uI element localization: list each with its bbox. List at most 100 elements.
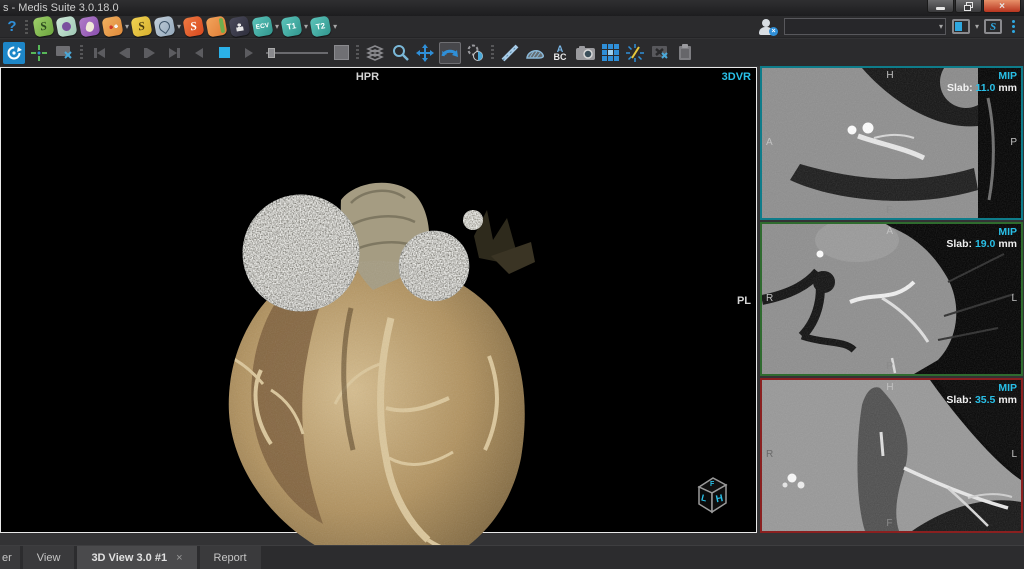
step-forward-button[interactable] <box>138 42 160 64</box>
annotation-button[interactable]: A BC <box>549 42 571 64</box>
3d-viewport[interactable]: HPR 3DVR PL FAL <box>0 67 757 533</box>
camera-icon <box>576 46 595 60</box>
orientation-label-left: R <box>766 449 773 460</box>
sync-crosshair-button[interactable] <box>28 42 50 64</box>
orientation-label-bottom: P <box>886 361 893 372</box>
slider-thumb[interactable] <box>268 48 275 58</box>
orientation-label-top: H <box>886 70 893 81</box>
app-icon-mint-circle[interactable] <box>55 15 77 37</box>
chevron-down-icon[interactable]: ▾ <box>304 22 308 31</box>
reset-scene-button[interactable] <box>3 42 25 64</box>
mip-viewport-2[interactable]: MIP Slab: 19.0 mm A R L P <box>760 222 1023 376</box>
app-toolbar-right: × ▾ ▾ S <box>758 18 1019 36</box>
tab-view[interactable]: View <box>23 546 75 569</box>
separator <box>356 45 359 61</box>
minimize-icon <box>936 7 945 10</box>
session-combobox-input[interactable] <box>788 20 940 33</box>
tab-3d-view[interactable]: 3D View 3.0 #1 × <box>77 546 196 569</box>
chevron-down-icon: ▾ <box>939 22 943 31</box>
app-icon-red-s[interactable]: S <box>183 15 205 37</box>
orientation-label-right: L <box>1011 449 1017 460</box>
slab-thickness-label: Slab: 35.5 mm <box>946 394 1017 406</box>
orientation-label-left: A <box>766 137 773 148</box>
app-icon-orange-dots[interactable] <box>101 15 123 37</box>
curve-mask-button[interactable] <box>524 42 546 64</box>
app-window: s - Medis Suite 3.0.18.0 × ? S ▾ S ▾ S E… <box>0 0 1024 569</box>
reset-scene-icon <box>6 45 22 61</box>
view-tabbar: er View 3D View 3.0 #1 × Report <box>0 545 1024 569</box>
tool-toolbar: A BC <box>0 39 1024 66</box>
restore-button[interactable] <box>955 0 982 13</box>
orientation-label-top: HPR <box>356 71 379 83</box>
app-icon-t1[interactable]: T1 <box>281 15 303 37</box>
ruler-button[interactable] <box>499 42 521 64</box>
orientation-label-right: P <box>1010 137 1017 148</box>
render-mode-label: 3DVR <box>722 71 751 83</box>
window-level-icon <box>466 44 484 62</box>
mip-viewport-3[interactable]: MIP Slab: 35.5 mm H R L F <box>760 378 1023 533</box>
grid-layout-button[interactable] <box>599 42 621 64</box>
separator <box>80 45 83 61</box>
mip-viewport-1[interactable]: MIP Slab: 11.0 mm H A P F <box>760 66 1023 220</box>
ruler-icon <box>501 44 519 62</box>
session-combobox[interactable]: ▾ <box>784 18 946 35</box>
save-layout-button[interactable] <box>952 19 970 34</box>
tab-viewer[interactable]: er <box>0 546 20 569</box>
restore-icon <box>964 2 973 11</box>
app-icon-ecv[interactable]: ECV <box>252 15 274 37</box>
orientation-label-right: PL <box>737 295 751 307</box>
chevron-down-icon[interactable]: ▾ <box>125 22 129 31</box>
play-forward-button[interactable] <box>238 42 260 64</box>
annotation-abc-icon: A BC <box>554 45 567 61</box>
zoom-button[interactable] <box>389 42 411 64</box>
window-title: s - Medis Suite 3.0.18.0 <box>3 2 119 14</box>
close-tab-icon[interactable]: × <box>176 552 182 564</box>
skip-last-button[interactable] <box>163 42 185 64</box>
clipboard-button[interactable] <box>674 42 696 64</box>
app-icon-t2[interactable]: T2 <box>310 15 332 37</box>
mip-mode-label: MIP <box>998 226 1017 238</box>
reset-layout-button[interactable]: S <box>984 19 1002 34</box>
separator <box>491 45 494 61</box>
monitor-x-icon <box>55 45 73 61</box>
play-backward-button[interactable] <box>188 42 210 64</box>
cine-slider[interactable] <box>266 48 328 58</box>
app-icon-heart[interactable] <box>154 15 176 37</box>
end-session-user-icon[interactable]: × <box>758 18 778 36</box>
app-icon-green-s[interactable]: S <box>32 15 54 37</box>
app-icon-yellow-s[interactable]: S <box>131 15 153 37</box>
save-layout-icon <box>952 19 970 34</box>
user-x-badge: × <box>769 27 778 36</box>
slab-thickness-label: Slab: 19.0 mm <box>946 238 1017 250</box>
reset-view-button[interactable] <box>53 42 75 64</box>
app-icon-orange-stripe[interactable] <box>206 15 228 37</box>
stop-button[interactable] <box>213 42 235 64</box>
pan-button[interactable] <box>414 42 436 64</box>
step-back-button[interactable] <box>113 42 135 64</box>
close-button[interactable]: × <box>983 0 1021 13</box>
orientation-cube-icon[interactable]: H L F <box>690 472 732 518</box>
slab-thickness-label: Slab: 11.0 mm <box>947 82 1017 94</box>
snapshot-button[interactable] <box>574 42 596 64</box>
stop-icon <box>219 47 230 58</box>
protractor-button[interactable] <box>624 42 646 64</box>
chevron-down-icon[interactable]: ▾ <box>975 22 979 31</box>
app-icon-purple-brush[interactable] <box>78 15 100 37</box>
slider-track <box>266 52 328 54</box>
app-icon-person[interactable] <box>229 15 251 37</box>
chevron-down-icon[interactable]: ▾ <box>333 22 337 31</box>
minimize-button[interactable] <box>927 0 954 13</box>
chevron-down-icon[interactable]: ▾ <box>177 22 181 31</box>
clipboard-icon <box>678 44 692 61</box>
stack-button[interactable] <box>364 42 386 64</box>
tab-report[interactable]: Report <box>200 546 261 569</box>
chevron-down-icon[interactable]: ▾ <box>275 22 279 31</box>
more-options-icon[interactable] <box>1008 20 1019 33</box>
window-level-button[interactable] <box>464 42 486 64</box>
rotate-button[interactable] <box>439 42 461 64</box>
discard-view-button[interactable] <box>649 42 671 64</box>
skip-first-button[interactable] <box>88 42 110 64</box>
help-icon[interactable]: ? <box>5 18 19 35</box>
magnifier-icon <box>392 44 409 61</box>
separator <box>25 20 28 34</box>
